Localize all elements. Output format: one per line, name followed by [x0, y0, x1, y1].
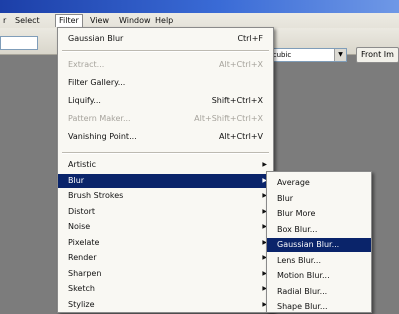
- menu-item-label: Radial Blur...: [277, 286, 328, 296]
- blur-submenu: Average Blur Blur More Box Blur... Gaussian …: [266, 171, 372, 313]
- menu-item-liquify[interactable]: Liquify... Shift+Ctrl+X: [58, 94, 273, 108]
- menu-item-label: Render: [68, 253, 97, 262]
- menu-item-label: Average: [277, 178, 310, 187]
- menu-item-pattern-maker[interactable]: Pattern Maker... Alt+Shift+Ctrl+X: [58, 112, 273, 126]
- menu-item-label: Blur: [277, 193, 294, 203]
- blur-item-radial-blur[interactable]: Radial Blur...: [267, 285, 371, 299]
- menu-item-label: Liquify...: [68, 96, 101, 105]
- menu-item-render[interactable]: Render ▶: [58, 251, 273, 265]
- menu-item-label: Gaussian Blur...: [277, 240, 340, 249]
- filter-menu: Gaussian Blur Ctrl+F Extract... Alt+Ctrl+…: [57, 27, 274, 313]
- menu-item-stylize[interactable]: Stylize ▶: [58, 298, 273, 312]
- blur-item-lens-blur[interactable]: Lens Blur...: [267, 254, 371, 268]
- menu-item-label: Extract...: [68, 60, 105, 69]
- menu-item-extract[interactable]: Extract... Alt+Ctrl+X: [58, 58, 273, 72]
- menu-item-label: Pixelate: [68, 237, 100, 247]
- menu-item-label: Brush Strokes: [68, 191, 124, 200]
- submenu-arrow-icon: ▶: [262, 161, 267, 168]
- menu-item-label: Vanishing Point...: [68, 132, 137, 141]
- menu-item-distort[interactable]: Distort ▶: [58, 205, 273, 219]
- menu-item-shortcut: Alt+Ctrl+X: [219, 60, 263, 69]
- blur-item-gaussian-blur[interactable]: Gaussian Blur...: [267, 238, 371, 252]
- menu-item-pixelate[interactable]: Pixelate ▶: [58, 236, 273, 250]
- menu-item-vanishing-point[interactable]: Vanishing Point... Alt+Ctrl+V: [58, 130, 273, 144]
- menu-item-shortcut: Alt+Ctrl+V: [219, 132, 263, 141]
- front-image-button[interactable]: Front Im: [356, 47, 399, 63]
- menu-separator: [62, 152, 269, 154]
- menu-item-label: Box Blur...: [277, 224, 318, 234]
- menu-help[interactable]: Help: [152, 15, 176, 27]
- chevron-down-icon[interactable]: ▼: [334, 49, 346, 61]
- menu-item-label: Lens Blur...: [277, 255, 321, 265]
- menu-item-sketch[interactable]: Sketch ▶: [58, 282, 273, 296]
- menu-item-label: Shape Blur...: [277, 302, 328, 311]
- menu-item-noise[interactable]: Noise ▶: [58, 220, 273, 234]
- menu-item-filter-gallery[interactable]: Filter Gallery...: [58, 76, 273, 90]
- menu-item-label: Distort: [68, 206, 96, 216]
- menu-item-sharpen[interactable]: Sharpen ▶: [58, 267, 273, 281]
- menu-item-last-filter[interactable]: Gaussian Blur Ctrl+F: [58, 32, 273, 46]
- title-bar: [0, 0, 399, 13]
- menu-item-label: Artistic: [68, 160, 97, 169]
- blur-item-box-blur[interactable]: Box Blur...: [267, 223, 371, 237]
- menu-item-label: Stylize: [68, 299, 95, 309]
- menu-partial[interactable]: r: [0, 15, 9, 27]
- menu-item-label: Sharpen: [68, 268, 102, 278]
- menu-item-blur[interactable]: Blur ▶: [58, 173, 273, 188]
- menu-separator: [62, 50, 269, 52]
- menu-item-label: Blur More: [277, 209, 316, 218]
- options-input[interactable]: [0, 36, 38, 50]
- blur-item-blur-more[interactable]: Blur More: [267, 207, 371, 221]
- menu-item-artistic[interactable]: Artistic ▶: [58, 158, 273, 172]
- menu-item-label: Noise: [68, 222, 91, 231]
- menu-item-label: Motion Blur...: [277, 271, 330, 280]
- blur-item-average[interactable]: Average: [267, 176, 371, 190]
- blur-item-shape-blur[interactable]: Shape Blur...: [267, 300, 371, 314]
- menu-item-label: Pattern Maker...: [68, 114, 131, 123]
- menu-item-label: Sketch: [68, 284, 95, 293]
- menu-select[interactable]: Select: [12, 15, 43, 27]
- menu-item-label: Filter Gallery...: [68, 78, 126, 87]
- menu-item-brush-strokes[interactable]: Brush Strokes ▶: [58, 189, 273, 203]
- menu-item-shortcut: Shift+Ctrl+X: [211, 96, 263, 105]
- menu-item-label: Blur: [68, 175, 85, 185]
- blur-item-motion-blur[interactable]: Motion Blur...: [267, 269, 371, 283]
- menu-filter[interactable]: Filter: [55, 14, 83, 27]
- menu-view[interactable]: View: [87, 15, 112, 27]
- interpolation-select[interactable]: Bicubic ▼: [263, 48, 347, 62]
- menu-window[interactable]: Window: [116, 15, 154, 27]
- menu-item-shortcut: Alt+Shift+Ctrl+X: [194, 114, 263, 123]
- blur-item-blur[interactable]: Blur: [267, 192, 371, 206]
